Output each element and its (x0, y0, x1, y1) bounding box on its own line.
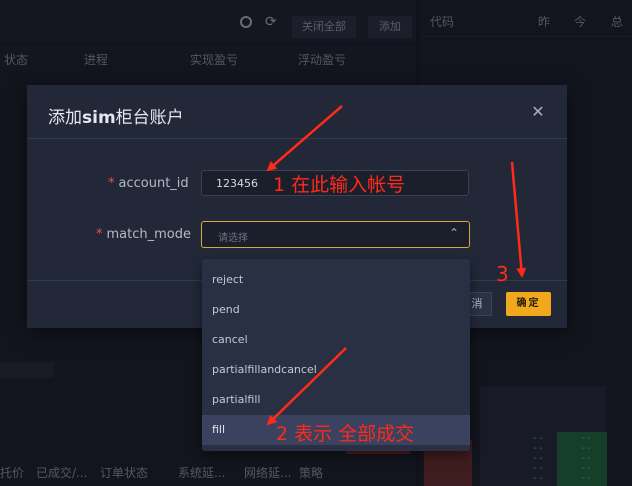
annotation-2: 2 表示 全部成交 (276, 423, 415, 445)
arrow-3 (510, 161, 527, 278)
arrow-2 (266, 347, 347, 426)
arrow-1 (266, 105, 343, 172)
annotation-1: 1 在此输入帐号 (273, 174, 406, 196)
annotation-3: 3 (496, 262, 509, 286)
annotation-arrows (266, 105, 527, 426)
